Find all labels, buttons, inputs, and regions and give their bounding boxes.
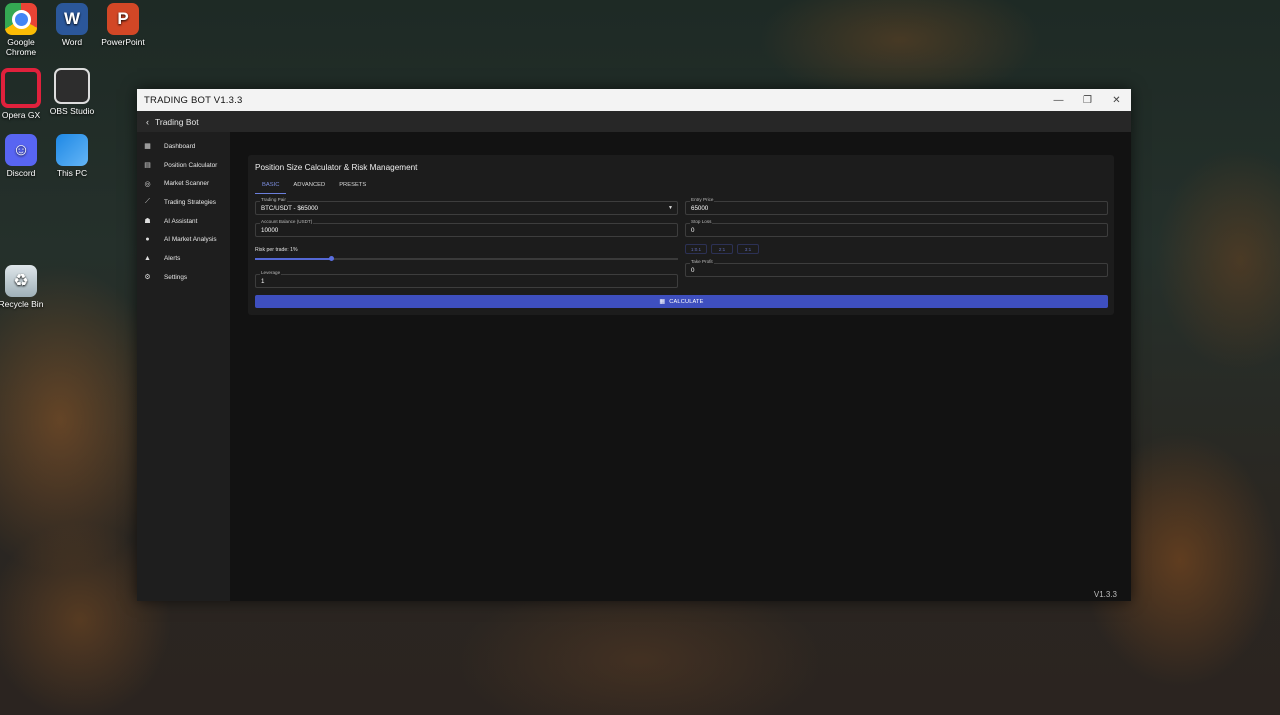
version-label: V1.3.3 <box>1093 590 1117 599</box>
page-title: Position Size Calculator & Risk Manageme… <box>255 163 418 172</box>
word-icon: W <box>56 3 88 35</box>
sidebar-item-trading-strategies[interactable]: ⟋ Trading Strategies <box>137 193 230 212</box>
sidebar-item-alerts[interactable]: ▲ Alerts <box>137 249 230 268</box>
calculate-button-label: CALCULATE <box>669 298 704 305</box>
desktop-icon-label: This PC <box>56 168 88 178</box>
sidebar-item-position-calculator[interactable]: ▤ Position Calculator <box>137 156 230 175</box>
minimize-button[interactable]: — <box>1044 89 1073 111</box>
ratio-button-3-1[interactable]: 3:1 <box>737 244 759 254</box>
risk-per-trade-label: Risk per trade: 1% <box>255 247 298 253</box>
calculator-card: Position Size Calculator & Risk Manageme… <box>248 155 1114 315</box>
risk-slider[interactable] <box>255 256 678 261</box>
account-balance-value: 10000 <box>261 227 279 234</box>
tab-basic[interactable]: BASIC <box>255 180 287 194</box>
leverage-value: 1 <box>261 278 265 285</box>
calculate-button[interactable]: ▦ CALCULATE <box>255 295 1108 308</box>
desktop-icon-powerpoint[interactable]: P PowerPoint <box>92 3 154 47</box>
take-profit-field[interactable]: Take Profit 0 <box>685 259 1108 277</box>
stop-loss-label: Stop Loss <box>690 219 713 225</box>
trading-pair-label: Trading Pair <box>260 197 287 203</box>
sidebar: ▦ Dashboard ▤ Position Calculator ◎ Mark… <box>137 132 230 601</box>
account-balance-field[interactable]: Account Balance (USDT) 10000 <box>255 219 678 237</box>
trading-pair-value: BTC/USDT - $65000 <box>261 205 318 212</box>
desktop-icon-obs-studio[interactable]: OBS Studio <box>41 68 103 116</box>
sidebar-item-label: Position Calculator <box>164 161 218 169</box>
desktop-icon-this-pc[interactable]: This PC <box>41 134 103 178</box>
sidebar-item-label: Trading Strategies <box>164 198 216 206</box>
main-panel: Position Size Calculator & Risk Manageme… <box>230 132 1131 601</box>
desktop-icon-label: Recycle Bin <box>0 299 44 309</box>
tab-advanced[interactable]: ADVANCED <box>286 180 332 194</box>
stop-loss-field[interactable]: Stop Loss 0 <box>685 219 1108 237</box>
strategies-icon: ⟋ <box>145 198 150 206</box>
calculator-icon: ▦ <box>659 299 666 305</box>
app-window: TRADING BOT V1.3.3 — ❐ ✕ ‹ Trading Bot ▦… <box>137 89 1131 601</box>
sidebar-item-label: Alerts <box>164 254 181 262</box>
recycle-bin-icon: ♻ <box>5 265 37 297</box>
sidebar-item-label: Settings <box>164 273 188 281</box>
back-arrow-icon[interactable]: ‹ <box>146 117 149 127</box>
ratio-button-2-1[interactable]: 2:1 <box>711 244 733 254</box>
this-pc-icon <box>56 134 88 166</box>
desktop-icon-label: OBS Studio <box>49 106 95 116</box>
sidebar-item-ai-market-analysis[interactable]: ● AI Market Analysis <box>137 230 230 249</box>
sidebar-item-market-scanner[interactable]: ◎ Market Scanner <box>137 174 230 193</box>
close-button[interactable]: ✕ <box>1102 89 1131 111</box>
entry-price-field[interactable]: Entry Price 65000 <box>685 197 1108 215</box>
ratio-button-1-0-1[interactable]: 1:0.1 <box>685 244 707 254</box>
restore-button[interactable]: ❐ <box>1073 89 1102 111</box>
window-title: TRADING BOT V1.3.3 <box>144 94 243 106</box>
app-bar: ‹ Trading Bot <box>137 111 1131 132</box>
leverage-label: Leverage <box>260 270 282 276</box>
map-pin-icon: ● <box>145 236 150 244</box>
sidebar-item-label: AI Assistant <box>164 217 198 225</box>
leverage-field[interactable]: Leverage 1 <box>255 270 678 288</box>
dashboard-icon: ▦ <box>144 143 151 151</box>
sidebar-item-label: Dashboard <box>164 142 196 150</box>
risk-slider-thumb[interactable] <box>328 256 334 261</box>
ai-assistant-icon: ☗ <box>144 218 151 226</box>
obs-studio-icon <box>54 68 90 104</box>
scanner-icon: ◎ <box>144 180 151 188</box>
window-titlebar[interactable]: TRADING BOT V1.3.3 — ❐ ✕ <box>137 89 1131 111</box>
entry-price-label: Entry Price <box>690 197 715 203</box>
risk-reward-buttons: 1:0.1 2:1 3:1 <box>685 244 759 254</box>
content-area: ▦ Dashboard ▤ Position Calculator ◎ Mark… <box>137 132 1131 601</box>
app-bar-title: Trading Bot <box>155 116 199 127</box>
bell-icon: ▲ <box>144 254 151 262</box>
stop-loss-value: 0 <box>691 227 695 234</box>
sidebar-item-dashboard[interactable]: ▦ Dashboard <box>137 137 230 156</box>
opera-gx-icon <box>1 68 41 108</box>
trading-pair-select[interactable]: Trading Pair BTC/USDT - $65000 ▼ <box>255 197 678 215</box>
powerpoint-icon: P <box>107 3 139 35</box>
sidebar-item-label: Market Scanner <box>164 180 210 188</box>
tab-presets[interactable]: PRESETS <box>332 180 373 194</box>
discord-icon: ☺ <box>5 134 37 166</box>
take-profit-label: Take Profit <box>690 259 714 265</box>
desktop-icon-label: PowerPoint <box>101 37 145 47</box>
sidebar-item-ai-assistant[interactable]: ☗ AI Assistant <box>137 212 230 231</box>
calculator-tabs: BASIC ADVANCED PRESETS <box>255 180 373 194</box>
take-profit-value: 0 <box>691 267 695 274</box>
sidebar-item-label: AI Market Analysis <box>164 236 217 244</box>
entry-price-value: 65000 <box>691 205 709 212</box>
desktop-icon-recycle-bin[interactable]: ♻ Recycle Bin <box>0 265 52 309</box>
chrome-icon <box>5 3 37 35</box>
chevron-down-icon: ▼ <box>668 205 673 211</box>
account-balance-label: Account Balance (USDT) <box>260 219 314 225</box>
gear-icon: ⚙ <box>144 274 151 282</box>
sidebar-item-settings[interactable]: ⚙ Settings <box>137 268 230 287</box>
risk-slider-fill <box>255 258 332 260</box>
calculator-icon: ▤ <box>144 162 151 170</box>
